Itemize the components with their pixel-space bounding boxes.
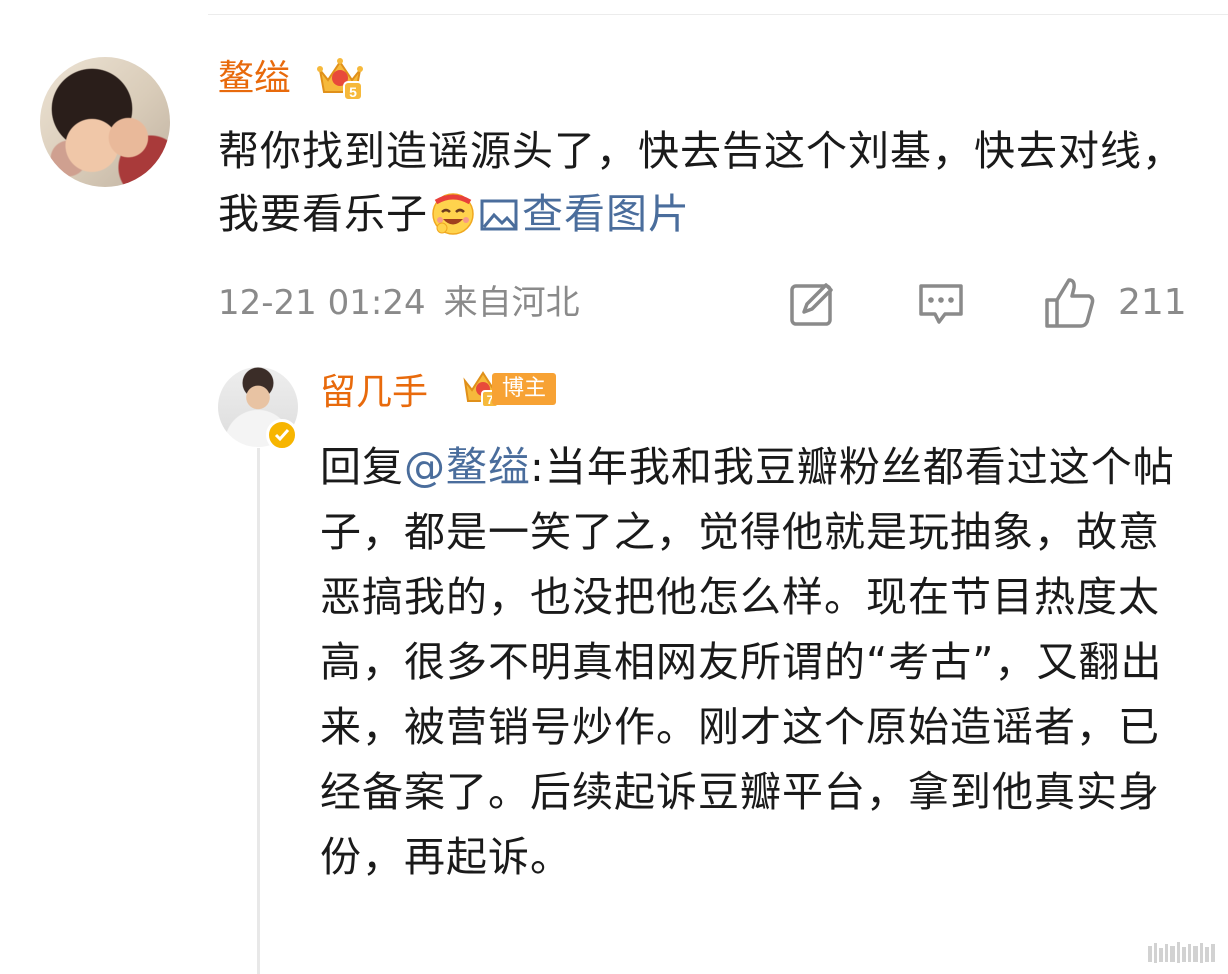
image-icon bbox=[480, 199, 518, 231]
comment-body: 帮你找到造谣源头了，快去告这个刘基，快去对线，我要看乐子 bbox=[218, 127, 1184, 238]
verified-icon bbox=[266, 419, 298, 451]
svg-text:5: 5 bbox=[349, 84, 357, 100]
avatar[interactable] bbox=[40, 57, 170, 187]
like-count: 211 bbox=[1118, 282, 1187, 323]
comment-location: 来自河北 bbox=[443, 283, 580, 323]
thread-line bbox=[257, 448, 260, 974]
laughing-face-emoji-icon bbox=[432, 193, 474, 235]
comment-text: 帮你找到造谣源头了，快去告这个刘基，快去对线，我要看乐子 查看图片 bbox=[218, 120, 1198, 246]
reply-body: :当年我和我豆瓣粉丝都看过这个帖子，都是一笑了之，觉得他就是玩抽象，故意恶搞我的… bbox=[320, 443, 1175, 881]
comment-username[interactable]: 鳌缢 bbox=[218, 58, 290, 100]
comment-meta: 12-21 01:24 来自河北 bbox=[218, 283, 598, 323]
blogger-badge: 博主 bbox=[492, 373, 557, 405]
mention-link[interactable]: @鳌缢 bbox=[404, 443, 530, 491]
reply-username[interactable]: 留几手 bbox=[320, 372, 428, 414]
view-image-label: 查看图片 bbox=[522, 190, 690, 238]
like-icon[interactable] bbox=[1043, 276, 1097, 330]
comment-timestamp: 12-21 01:24 bbox=[218, 283, 426, 323]
comment-icon[interactable] bbox=[917, 280, 965, 328]
reply-text: 回复@鳌缢:当年我和我豆瓣粉丝都看过这个帖子，都是一笑了之，觉得他就是玩抽象，故… bbox=[320, 435, 1190, 890]
vip-crown-icon[interactable]: 5 bbox=[314, 52, 366, 102]
view-image-link[interactable]: 查看图片 bbox=[480, 190, 690, 238]
reply-prefix: 回复 bbox=[320, 443, 404, 491]
repost-icon[interactable] bbox=[788, 280, 836, 328]
top-divider bbox=[208, 14, 1228, 15]
watermark-icon bbox=[1148, 942, 1215, 963]
